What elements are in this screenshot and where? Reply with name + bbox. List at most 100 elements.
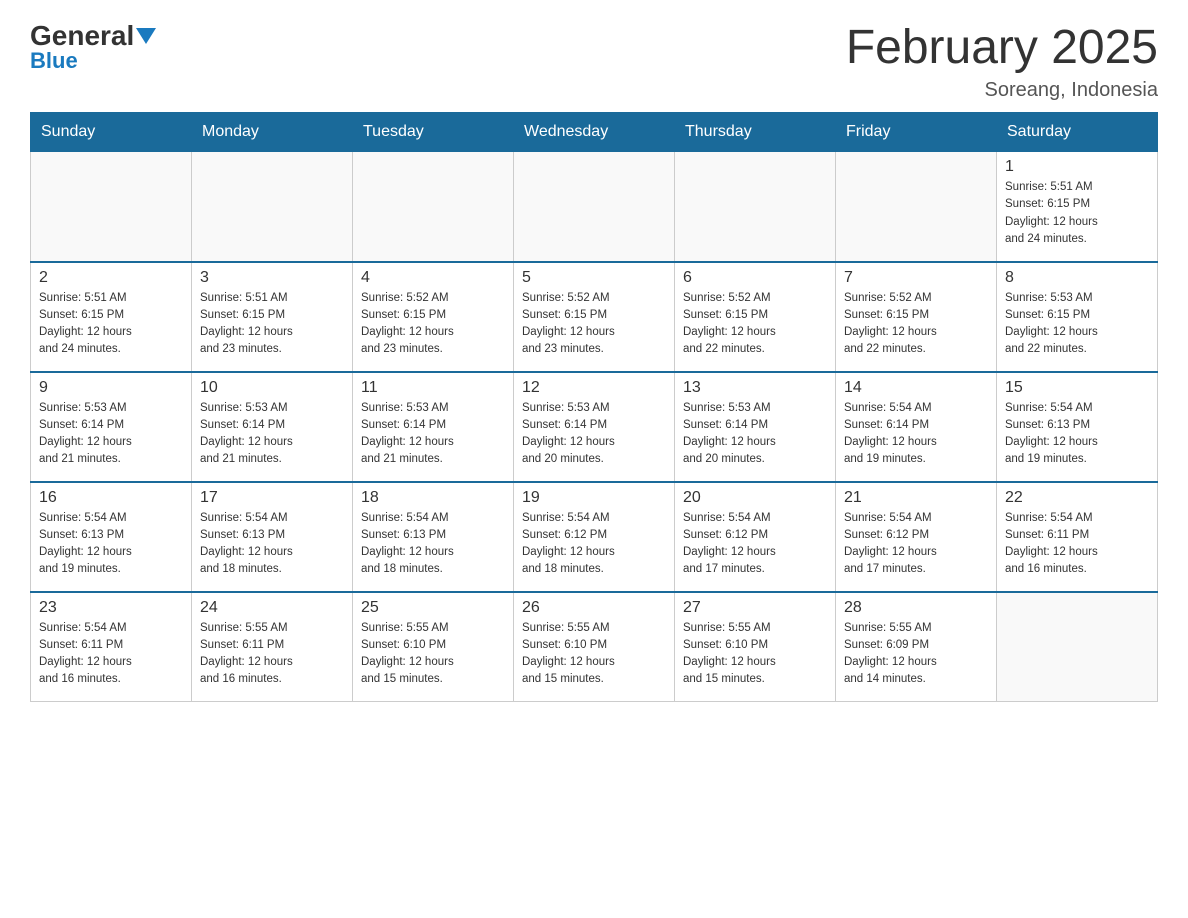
calendar-week-row: 1 Sunrise: 5:51 AMSunset: 6:15 PMDaylight… bbox=[31, 152, 1158, 262]
day-info: Sunrise: 5:51 AMSunset: 6:15 PMDaylight:… bbox=[39, 290, 183, 359]
calendar-day-cell: 25Sunrise: 5:55 AMSunset: 6:10 PMDayligh… bbox=[353, 592, 514, 702]
calendar-day-cell: 9 Sunrise: 5:53 AMSunset: 6:14 PMDaylight… bbox=[31, 372, 192, 482]
calendar-day-cell bbox=[31, 152, 192, 262]
day-number: 11 bbox=[361, 379, 505, 397]
day-info: Sunrise: 5:54 AMSunset: 6:13 PMDaylight:… bbox=[200, 510, 344, 579]
col-sunday: Sunday bbox=[31, 113, 192, 152]
calendar-day-cell: 13 Sunrise: 5:53 AMSunset: 6:14 PMDayligh… bbox=[675, 372, 836, 482]
calendar-day-cell: 19 Sunrise: 5:54 AMSunset: 6:12 PMDayligh… bbox=[514, 482, 675, 592]
day-info: Sunrise: 5:52 AMSunset: 6:15 PMDaylight:… bbox=[683, 290, 827, 359]
calendar-day-cell: 28 Sunrise: 5:55 AMSunset: 6:09 PMDayligh… bbox=[836, 592, 997, 702]
day-number: 15 bbox=[1005, 379, 1149, 397]
col-thursday: Thursday bbox=[675, 113, 836, 152]
day-info: Sunrise: 5:53 AMSunset: 6:15 PMDaylight:… bbox=[1005, 290, 1149, 359]
col-tuesday: Tuesday bbox=[353, 113, 514, 152]
day-number: 23 bbox=[39, 599, 183, 617]
day-info: Sunrise: 5:53 AMSunset: 6:14 PMDaylight:… bbox=[522, 400, 666, 469]
day-number: 2 bbox=[39, 269, 183, 287]
day-number: 28 bbox=[844, 599, 988, 617]
calendar-day-cell: 23 Sunrise: 5:54 AMSunset: 6:11 PMDayligh… bbox=[31, 592, 192, 702]
day-number: 27 bbox=[683, 599, 827, 617]
calendar-day-cell bbox=[836, 152, 997, 262]
calendar-day-cell: 6 Sunrise: 5:52 AMSunset: 6:15 PMDaylight… bbox=[675, 262, 836, 372]
calendar-day-cell bbox=[997, 592, 1158, 702]
day-number: 18 bbox=[361, 489, 505, 507]
calendar-day-cell: 12 Sunrise: 5:53 AMSunset: 6:14 PMDayligh… bbox=[514, 372, 675, 482]
day-number: 17 bbox=[200, 489, 344, 507]
day-info: Sunrise: 5:53 AMSunset: 6:14 PMDaylight:… bbox=[200, 400, 344, 469]
calendar-day-cell: 10 Sunrise: 5:53 AMSunset: 6:14 PMDayligh… bbox=[192, 372, 353, 482]
calendar-day-cell bbox=[675, 152, 836, 262]
calendar-day-cell: 17 Sunrise: 5:54 AMSunset: 6:13 PMDayligh… bbox=[192, 482, 353, 592]
logo-blue-text: Blue bbox=[30, 48, 78, 74]
calendar-day-cell: 26 Sunrise: 5:55 AMSunset: 6:10 PMDayligh… bbox=[514, 592, 675, 702]
day-number: 10 bbox=[200, 379, 344, 397]
calendar-header-row: Sunday Monday Tuesday Wednesday Thursday… bbox=[31, 113, 1158, 152]
day-info: Sunrise: 5:52 AMSunset: 6:15 PMDaylight:… bbox=[844, 290, 988, 359]
day-number: 22 bbox=[1005, 489, 1149, 507]
day-number: 16 bbox=[39, 489, 183, 507]
day-info: Sunrise: 5:54 AMSunset: 6:11 PMDaylight:… bbox=[39, 620, 183, 689]
day-number: 13 bbox=[683, 379, 827, 397]
day-info: Sunrise: 5:53 AMSunset: 6:14 PMDaylight:… bbox=[683, 400, 827, 469]
day-info: Sunrise: 5:54 AMSunset: 6:12 PMDaylight:… bbox=[522, 510, 666, 579]
calendar-day-cell bbox=[192, 152, 353, 262]
calendar-day-cell: 4 Sunrise: 5:52 AMSunset: 6:15 PMDaylight… bbox=[353, 262, 514, 372]
day-info: Sunrise: 5:54 AMSunset: 6:14 PMDaylight:… bbox=[844, 400, 988, 469]
calendar-day-cell bbox=[514, 152, 675, 262]
day-number: 1 bbox=[1005, 158, 1149, 176]
day-info: Sunrise: 5:55 AMSunset: 6:09 PMDaylight:… bbox=[844, 620, 988, 689]
day-number: 26 bbox=[522, 599, 666, 617]
day-info: Sunrise: 5:55 AMSunset: 6:11 PMDaylight:… bbox=[200, 620, 344, 689]
day-number: 19 bbox=[522, 489, 666, 507]
calendar-day-cell bbox=[353, 152, 514, 262]
day-info: Sunrise: 5:55 AMSunset: 6:10 PMDaylight:… bbox=[361, 620, 505, 689]
day-number: 12 bbox=[522, 379, 666, 397]
day-info: Sunrise: 5:54 AMSunset: 6:12 PMDaylight:… bbox=[844, 510, 988, 579]
calendar-day-cell: 21Sunrise: 5:54 AMSunset: 6:12 PMDayligh… bbox=[836, 482, 997, 592]
calendar-table: Sunday Monday Tuesday Wednesday Thursday… bbox=[30, 112, 1158, 702]
calendar-day-cell: 24 Sunrise: 5:55 AMSunset: 6:11 PMDayligh… bbox=[192, 592, 353, 702]
day-info: Sunrise: 5:51 AMSunset: 6:15 PMDaylight:… bbox=[1005, 179, 1149, 248]
calendar-week-row: 16 Sunrise: 5:54 AMSunset: 6:13 PMDayligh… bbox=[31, 482, 1158, 592]
calendar-week-row: 2 Sunrise: 5:51 AMSunset: 6:15 PMDaylight… bbox=[31, 262, 1158, 372]
day-info: Sunrise: 5:52 AMSunset: 6:15 PMDaylight:… bbox=[522, 290, 666, 359]
logo-triangle-icon bbox=[136, 28, 156, 44]
calendar-day-cell: 16 Sunrise: 5:54 AMSunset: 6:13 PMDayligh… bbox=[31, 482, 192, 592]
day-info: Sunrise: 5:51 AMSunset: 6:15 PMDaylight:… bbox=[200, 290, 344, 359]
logo: General Blue bbox=[30, 20, 158, 74]
calendar-day-cell: 11 Sunrise: 5:53 AMSunset: 6:14 PMDayligh… bbox=[353, 372, 514, 482]
calendar-day-cell: 18Sunrise: 5:54 AMSunset: 6:13 PMDayligh… bbox=[353, 482, 514, 592]
day-info: Sunrise: 5:54 AMSunset: 6:12 PMDaylight:… bbox=[683, 510, 827, 579]
page-header: General Blue February 2025 Soreang, Indo… bbox=[30, 20, 1158, 102]
day-info: Sunrise: 5:53 AMSunset: 6:14 PMDaylight:… bbox=[361, 400, 505, 469]
calendar-day-cell: 22Sunrise: 5:54 AMSunset: 6:11 PMDayligh… bbox=[997, 482, 1158, 592]
day-info: Sunrise: 5:54 AMSunset: 6:13 PMDaylight:… bbox=[39, 510, 183, 579]
day-number: 24 bbox=[200, 599, 344, 617]
day-number: 9 bbox=[39, 379, 183, 397]
day-number: 7 bbox=[844, 269, 988, 287]
calendar-day-cell: 27 Sunrise: 5:55 AMSunset: 6:10 PMDayligh… bbox=[675, 592, 836, 702]
day-number: 8 bbox=[1005, 269, 1149, 287]
col-friday: Friday bbox=[836, 113, 997, 152]
day-info: Sunrise: 5:52 AMSunset: 6:15 PMDaylight:… bbox=[361, 290, 505, 359]
calendar-day-cell: 3 Sunrise: 5:51 AMSunset: 6:15 PMDaylight… bbox=[192, 262, 353, 372]
calendar-day-cell: 7 Sunrise: 5:52 AMSunset: 6:15 PMDaylight… bbox=[836, 262, 997, 372]
day-number: 4 bbox=[361, 269, 505, 287]
day-info: Sunrise: 5:54 AMSunset: 6:13 PMDaylight:… bbox=[1005, 400, 1149, 469]
col-saturday: Saturday bbox=[997, 113, 1158, 152]
day-info: Sunrise: 5:55 AMSunset: 6:10 PMDaylight:… bbox=[522, 620, 666, 689]
calendar-day-cell: 14 Sunrise: 5:54 AMSunset: 6:14 PMDayligh… bbox=[836, 372, 997, 482]
month-title: February 2025 bbox=[846, 20, 1158, 75]
day-info: Sunrise: 5:53 AMSunset: 6:14 PMDaylight:… bbox=[39, 400, 183, 469]
calendar-week-row: 23 Sunrise: 5:54 AMSunset: 6:11 PMDayligh… bbox=[31, 592, 1158, 702]
day-number: 6 bbox=[683, 269, 827, 287]
day-info: Sunrise: 5:55 AMSunset: 6:10 PMDaylight:… bbox=[683, 620, 827, 689]
day-number: 5 bbox=[522, 269, 666, 287]
title-block: February 2025 Soreang, Indonesia bbox=[846, 20, 1158, 102]
calendar-day-cell: 2 Sunrise: 5:51 AMSunset: 6:15 PMDaylight… bbox=[31, 262, 192, 372]
day-number: 3 bbox=[200, 269, 344, 287]
day-number: 14 bbox=[844, 379, 988, 397]
location-subtitle: Soreang, Indonesia bbox=[846, 79, 1158, 102]
col-monday: Monday bbox=[192, 113, 353, 152]
